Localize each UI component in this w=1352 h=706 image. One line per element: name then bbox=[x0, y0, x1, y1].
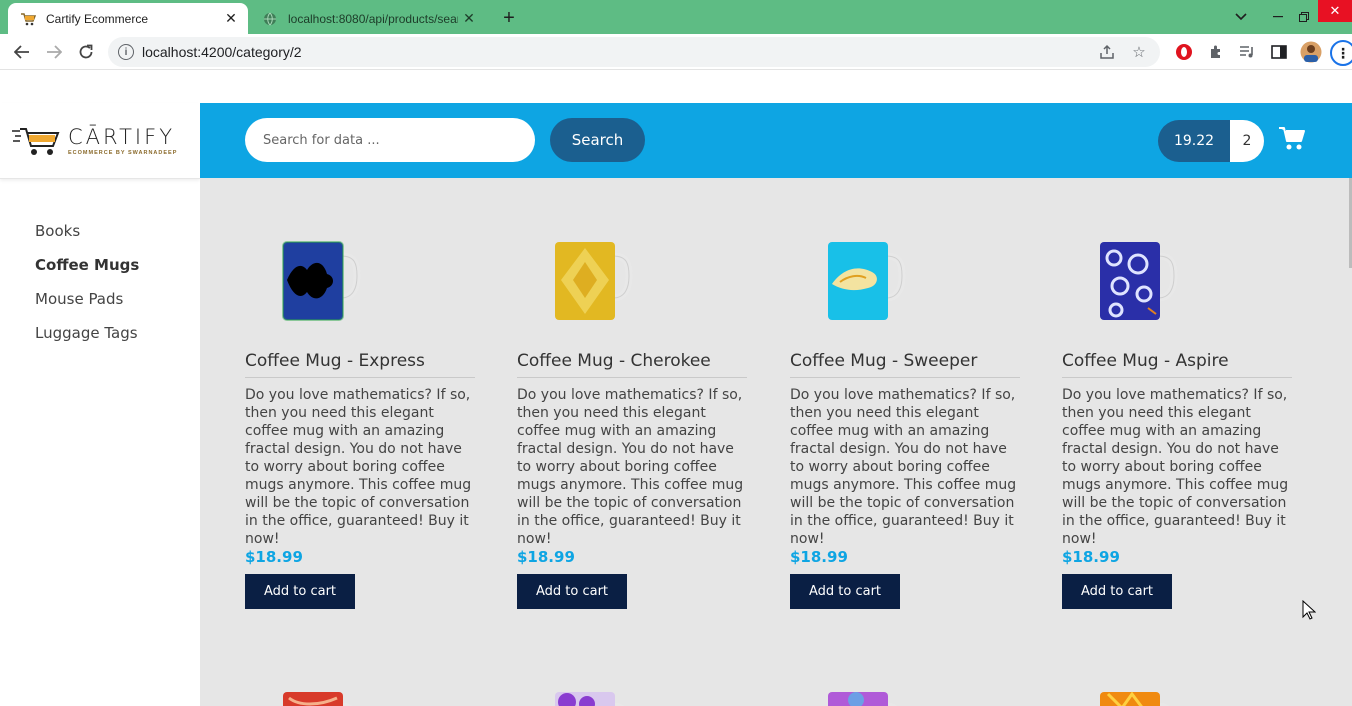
product-image[interactable] bbox=[1098, 234, 1194, 324]
close-tab-icon[interactable]: ✕ bbox=[458, 8, 480, 30]
search-button[interactable]: Search bbox=[550, 118, 645, 162]
mouse-cursor-icon bbox=[1302, 600, 1316, 620]
product-price: $18.99 bbox=[245, 548, 303, 566]
cart-total-price: 19.22 bbox=[1158, 120, 1230, 162]
product-name[interactable]: Coffee Mug - Sweeper bbox=[790, 351, 1020, 378]
add-to-cart-button[interactable]: Add to cart bbox=[517, 574, 627, 609]
side-panel-icon[interactable] bbox=[1268, 41, 1290, 63]
product-image[interactable] bbox=[281, 234, 377, 324]
address-bar-row: i localhost:4200/category/2 ☆ ⋮ bbox=[0, 34, 1352, 70]
product-name[interactable]: Coffee Mug - Express bbox=[245, 351, 475, 378]
restore-icon[interactable] bbox=[1292, 0, 1316, 34]
product-name[interactable]: Coffee Mug - Aspire bbox=[1062, 351, 1292, 378]
back-arrow-icon[interactable] bbox=[10, 40, 34, 64]
product-image[interactable] bbox=[553, 234, 649, 324]
product-description: Do you love mathematics? If so, then you… bbox=[790, 387, 1017, 547]
tab-title: Cartify Ecommerce bbox=[46, 11, 149, 26]
category-menu: Books Coffee Mugs Mouse Pads Luggage Tag… bbox=[35, 221, 139, 357]
tab-title: localhost:8080/api/products/search bbox=[288, 11, 458, 26]
reading-list-icon[interactable] bbox=[1236, 41, 1258, 63]
product-description: Do you love mathematics? If so, then you… bbox=[1062, 387, 1289, 547]
category-mouse-pads[interactable]: Mouse Pads bbox=[35, 289, 139, 323]
shopping-cart-logo-icon bbox=[12, 127, 60, 155]
add-to-cart-button[interactable]: Add to cart bbox=[1062, 574, 1172, 609]
product-price: $18.99 bbox=[517, 548, 575, 566]
browser-tab-bar: Cartify Ecommerce ✕ localhost:8080/api/p… bbox=[0, 0, 1352, 34]
category-coffee-mugs[interactable]: Coffee Mugs bbox=[35, 255, 139, 289]
extensions-puzzle-icon[interactable] bbox=[1205, 41, 1227, 63]
product-price: $18.99 bbox=[790, 548, 848, 566]
add-to-cart-button[interactable]: Add to cart bbox=[790, 574, 900, 609]
bookmark-star-icon[interactable]: ☆ bbox=[1128, 41, 1150, 63]
product-image[interactable] bbox=[1098, 684, 1194, 706]
profile-avatar-icon[interactable] bbox=[1300, 41, 1322, 63]
share-icon[interactable] bbox=[1096, 41, 1118, 63]
adblock-extension-icon[interactable] bbox=[1173, 41, 1195, 63]
cart-item-count: 2 bbox=[1230, 120, 1264, 162]
browser-menu-dots-icon[interactable]: ⋮ bbox=[1330, 40, 1352, 66]
close-tab-icon[interactable]: ✕ bbox=[220, 8, 242, 30]
sidebar: CĀRTIFY ECOMMERCE BY SWARNADEEP Books Co… bbox=[0, 71, 200, 706]
tab-search-chevron-icon[interactable] bbox=[1228, 0, 1254, 34]
search-input[interactable] bbox=[245, 118, 535, 162]
new-tab-plus-icon[interactable]: + bbox=[497, 6, 521, 30]
product-description: Do you love mathematics? If so, then you… bbox=[245, 387, 472, 547]
url-text[interactable]: localhost:4200/category/2 bbox=[142, 44, 1096, 60]
globe-icon bbox=[262, 11, 278, 27]
cart-favicon-icon bbox=[20, 11, 36, 27]
product-list: Coffee Mug - Express Do you love mathema… bbox=[200, 178, 1352, 706]
product-name[interactable]: Coffee Mug - Cherokee bbox=[517, 351, 747, 378]
tab-api-search[interactable]: localhost:8080/api/products/search ✕ bbox=[250, 3, 486, 34]
reload-icon[interactable] bbox=[74, 40, 98, 64]
logo-wordmark: CĀRTIFY bbox=[68, 125, 176, 149]
add-to-cart-button[interactable]: Add to cart bbox=[245, 574, 355, 609]
category-luggage-tags[interactable]: Luggage Tags bbox=[35, 323, 139, 357]
product-image[interactable] bbox=[281, 684, 377, 706]
logo-tagline: ECOMMERCE BY SWARNADEEP bbox=[68, 150, 178, 156]
product-image[interactable] bbox=[826, 684, 922, 706]
product-image[interactable] bbox=[826, 234, 922, 324]
minimize-icon[interactable] bbox=[1266, 0, 1290, 34]
product-price: $18.99 bbox=[1062, 548, 1120, 566]
product-description: Do you love mathematics? If so, then you… bbox=[517, 387, 744, 547]
product-image[interactable] bbox=[553, 684, 649, 706]
cartify-logo[interactable]: CĀRTIFY ECOMMERCE BY SWARNADEEP bbox=[0, 103, 200, 179]
app-page: CĀRTIFY ECOMMERCE BY SWARNADEEP Books Co… bbox=[0, 71, 1352, 706]
site-info-icon[interactable]: i bbox=[118, 44, 134, 60]
category-books[interactable]: Books bbox=[35, 221, 139, 255]
tab-cartify[interactable]: Cartify Ecommerce ✕ bbox=[8, 3, 248, 34]
omnibox[interactable]: i localhost:4200/category/2 ☆ bbox=[108, 37, 1160, 67]
shopping-cart-icon[interactable] bbox=[1278, 125, 1306, 153]
close-window-icon[interactable]: ✕ bbox=[1318, 0, 1352, 22]
top-header: Search 19.22 2 bbox=[200, 103, 1352, 178]
forward-arrow-icon[interactable] bbox=[42, 40, 66, 64]
cart-status[interactable]: 19.22 2 bbox=[1158, 120, 1264, 162]
